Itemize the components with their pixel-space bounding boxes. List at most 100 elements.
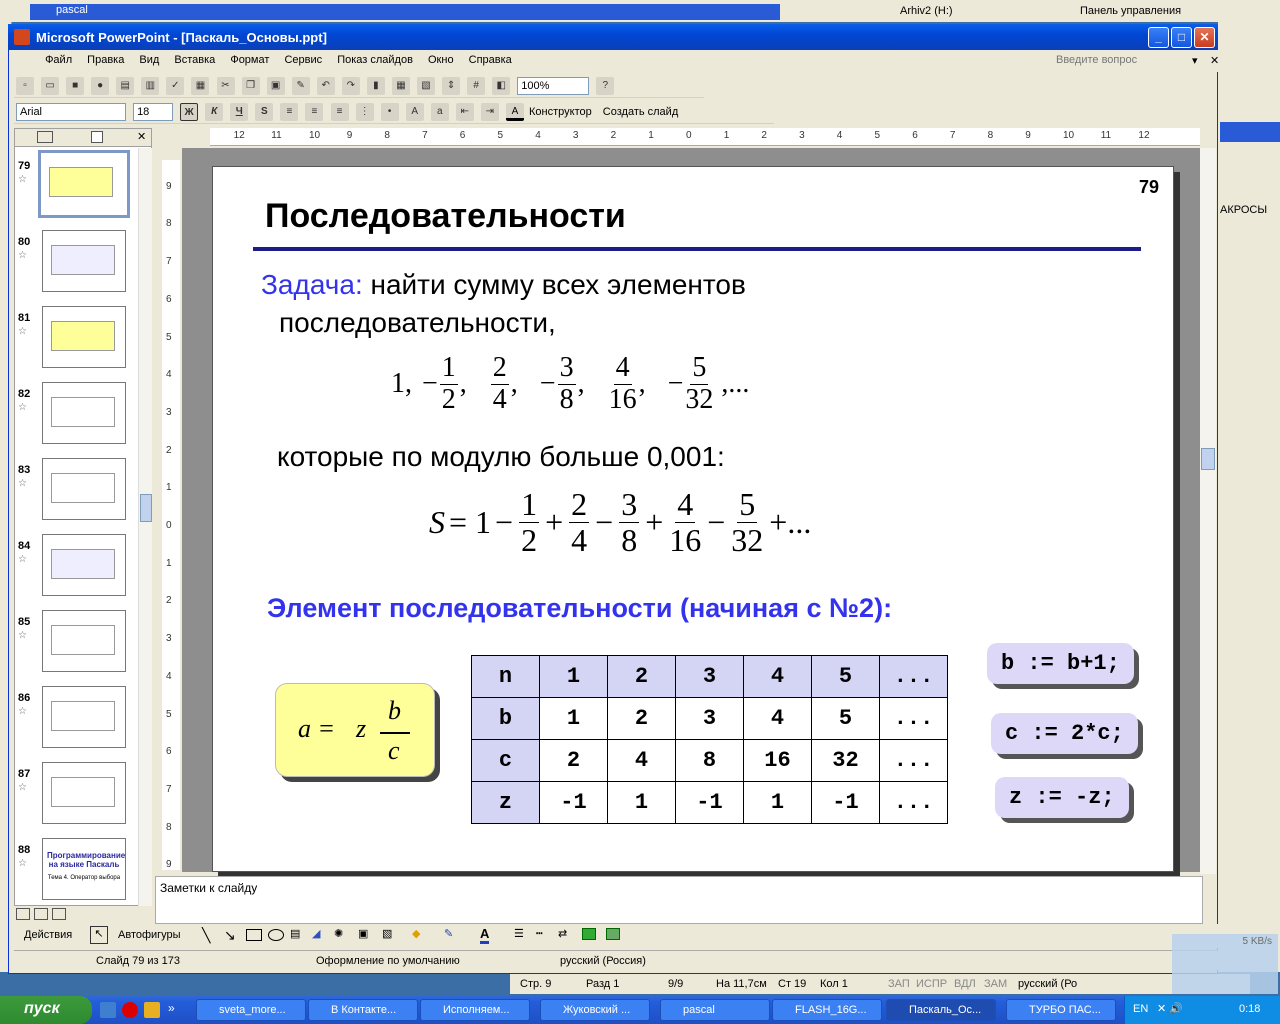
minimize-button[interactable]: _ <box>1148 27 1169 48</box>
menu-insert[interactable]: Вставка <box>168 50 221 66</box>
slide-scroll-thumb[interactable] <box>1201 448 1215 470</box>
line-icon[interactable]: ╲ <box>202 927 210 944</box>
table-cell[interactable]: 4 <box>743 655 812 698</box>
bullets-icon[interactable]: • <box>380 103 399 121</box>
taskbar-button[interactable]: FLASH_16G... <box>772 999 882 1021</box>
table-cell[interactable]: 32 <box>811 739 880 782</box>
slide[interactable]: 79 Последовательности Задача: найти сумм… <box>212 166 1174 872</box>
app-icon[interactable] <box>144 1002 160 1018</box>
font-color-icon[interactable]: A <box>505 103 524 121</box>
outline-tab-icon[interactable] <box>37 131 53 143</box>
menu-format[interactable]: Формат <box>224 50 275 66</box>
taskbar-button[interactable]: ТУРБО ПАС... <box>1006 999 1116 1021</box>
table-cell[interactable]: 2 <box>539 739 608 782</box>
slide-scrollbar[interactable] <box>1200 148 1216 874</box>
taskbar-button[interactable]: pascal <box>660 999 770 1021</box>
spelling-icon[interactable]: ✓ <box>166 77 185 95</box>
cut-icon[interactable]: ✂ <box>216 77 235 95</box>
scroll-thumb[interactable] <box>140 494 152 522</box>
close-button[interactable]: ✕ <box>1194 27 1215 48</box>
chart-icon[interactable]: ▮ <box>366 77 385 95</box>
sequence-table[interactable]: n 1 2 3 4 5... b 1 2 3 4 5... c 2 4 8 16 32... z -1 1 -1 1 -1..… <box>471 655 948 824</box>
tray-language[interactable]: EN <box>1133 1003 1148 1015</box>
slide-thumbnail[interactable] <box>42 610 126 672</box>
font-select[interactable]: Arial <box>16 103 126 121</box>
preview-icon[interactable]: ▥ <box>141 77 160 95</box>
align-center-icon[interactable]: ≡ <box>305 103 324 121</box>
table-cell[interactable]: ... <box>879 781 948 824</box>
taskbar-button[interactable]: Жуковский ... <box>540 999 650 1021</box>
research-icon[interactable]: ▦ <box>191 77 210 95</box>
table-cell[interactable]: z <box>471 781 540 824</box>
help-icon[interactable]: ? <box>596 77 615 95</box>
table-cell[interactable]: 16 <box>743 739 812 782</box>
chevron-right-icon[interactable]: » <box>168 1001 175 1015</box>
slide-thumbnail[interactable] <box>42 534 126 596</box>
table-cell[interactable]: 1 <box>539 697 608 740</box>
slide-thumbnail[interactable] <box>42 306 126 368</box>
maximize-button[interactable]: □ <box>1171 27 1192 48</box>
menu-edit[interactable]: Правка <box>81 50 130 66</box>
table-cell[interactable]: 5 <box>811 655 880 698</box>
ws-ext[interactable]: ВДЛ <box>954 978 976 990</box>
table-cell[interactable]: n <box>471 655 540 698</box>
slide-thumbnail[interactable] <box>42 230 126 292</box>
table-cell[interactable]: b <box>471 697 540 740</box>
macros-label[interactable]: АКРОСЫ <box>1220 204 1267 216</box>
table-cell[interactable]: 1 <box>607 781 676 824</box>
desktop-icon[interactable] <box>100 1002 116 1018</box>
undo-icon[interactable]: ↶ <box>316 77 335 95</box>
table-cell[interactable]: 3 <box>675 697 744 740</box>
table-cell[interactable]: -1 <box>811 781 880 824</box>
table-cell[interactable]: 4 <box>607 739 676 782</box>
autoshapes-menu[interactable]: Автофигуры <box>118 929 181 941</box>
new-slide-button[interactable]: Создать слайд <box>603 106 678 118</box>
clipart-icon[interactable]: ▣ <box>358 927 368 940</box>
align-right-icon[interactable]: ≡ <box>330 103 349 121</box>
notes-pane[interactable]: Заметки к слайду <box>155 876 1203 924</box>
dash-style-icon[interactable]: ┅ <box>536 927 543 940</box>
table-cell[interactable]: 5 <box>811 697 880 740</box>
ws-trk[interactable]: ИСПР <box>916 978 947 990</box>
ws-ovr[interactable]: ЗАМ <box>984 978 1007 990</box>
background-window-title[interactable]: pascal <box>30 4 780 20</box>
diagram-icon[interactable]: ✺ <box>334 927 343 940</box>
taskbar-button[interactable]: Паскаль_Ос... <box>886 999 996 1021</box>
slides-tab-icon[interactable] <box>91 131 103 143</box>
taskbar-button[interactable]: sveta_more... <box>196 999 306 1021</box>
actions-menu[interactable]: Действия <box>24 929 72 941</box>
arrow-icon[interactable]: ↘ <box>224 927 236 944</box>
slideshow-view-icon[interactable] <box>52 908 66 920</box>
shadow-icon[interactable] <box>582 928 596 940</box>
redo-icon[interactable]: ↷ <box>341 77 360 95</box>
open-icon[interactable]: ▭ <box>41 77 60 95</box>
shadow-button[interactable]: S <box>255 103 274 121</box>
bold-button[interactable]: Ж <box>180 103 199 121</box>
table-cell[interactable]: 4 <box>743 697 812 740</box>
3d-icon[interactable] <box>606 928 620 940</box>
menu-view[interactable]: Вид <box>133 50 165 66</box>
menu-tools[interactable]: Сервис <box>278 50 328 66</box>
ask-dropdown-icon[interactable]: ▾ <box>1186 50 1204 67</box>
indent-icon[interactable]: ⇤ <box>455 103 474 121</box>
drive-item[interactable]: Arhiv2 (H:) <box>900 5 953 17</box>
callout-b[interactable]: b := b+1; <box>987 643 1134 684</box>
ws-rec[interactable]: ЗАП <box>888 978 910 990</box>
new-icon[interactable]: ▫ <box>16 77 34 95</box>
font-size-select[interactable]: 18 <box>133 103 174 121</box>
color-icon[interactable]: ◧ <box>492 77 511 95</box>
print-icon[interactable]: ▤ <box>116 77 135 95</box>
rectangle-icon[interactable] <box>246 929 262 941</box>
slide-title[interactable]: Последовательности <box>265 197 626 236</box>
table-cell[interactable]: ... <box>879 697 948 740</box>
sum-formula[interactable]: S = 1 −1 2 +2 4−3 8 +4 16−5 32 +... <box>429 486 811 558</box>
wordart-icon[interactable]: ◢ <box>312 927 320 940</box>
slides-panel-scrollbar[interactable] <box>138 148 152 906</box>
designer-button[interactable]: Конструктор <box>529 106 592 118</box>
save-icon[interactable]: ■ <box>66 77 85 95</box>
table-cell[interactable]: 1 <box>539 655 608 698</box>
copy-icon[interactable]: ❐ <box>241 77 260 95</box>
table-cell[interactable]: ... <box>879 739 948 782</box>
slide-thumbnail[interactable] <box>38 150 130 218</box>
callout-z[interactable]: z := -z; <box>995 777 1129 818</box>
